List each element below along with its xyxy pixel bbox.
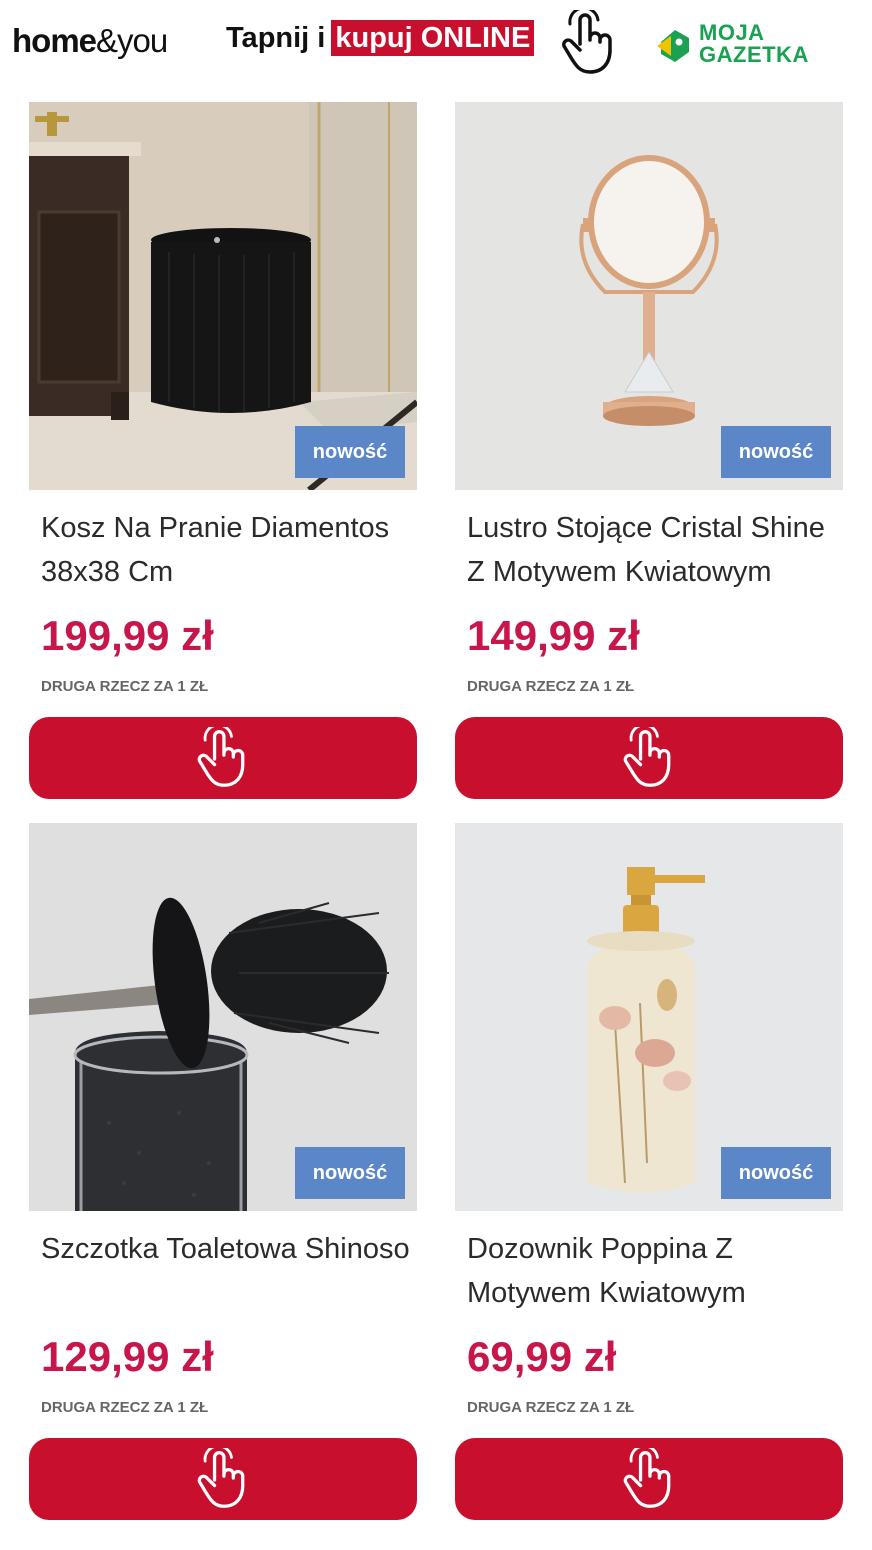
buy-online-button[interactable] [29, 717, 417, 799]
hand-pointer-icon [197, 727, 245, 787]
product-title[interactable]: Dozownik Poppina Z Motywem Kwiatowym [467, 1227, 843, 1315]
tag-icon [657, 30, 689, 62]
hand-pointer-icon[interactable] [560, 10, 618, 76]
product-image[interactable]: nowość [455, 823, 843, 1211]
promo-text: DRUGA RZECZ ZA 1 ZŁ [467, 678, 635, 695]
header: home&you Tapnij i kupuj ONLINE MOJA GAZE… [0, 0, 872, 92]
buy-online-button[interactable] [455, 1438, 843, 1520]
home-and-you-logo[interactable]: home&you [12, 22, 168, 60]
buy-online-button[interactable] [455, 717, 843, 799]
product-price: 199,99 zł [41, 612, 214, 659]
gazetka-line1: MOJA [699, 20, 765, 45]
product-image[interactable]: nowość [29, 102, 417, 490]
product-title[interactable]: Szczotka Toaletowa Shinoso [41, 1227, 417, 1271]
gazetka-line2: GAZETKA [699, 42, 809, 67]
cta-prefix: Tapnij i [226, 21, 326, 54]
hand-pointer-icon [197, 1448, 245, 1508]
product-image[interactable]: nowość [29, 823, 417, 1211]
product-title[interactable]: Kosz Na Pranie Diamentos 38x38 Cm [41, 506, 417, 594]
product-title[interactable]: Lustro Stojące Cristal Shine Z Motywem K… [467, 506, 843, 594]
product-price: 69,99 zł [467, 1333, 617, 1380]
cta-highlight: kupuj ONLINE [331, 20, 535, 56]
new-badge: nowość [295, 1147, 405, 1199]
hand-pointer-icon [623, 727, 671, 787]
shop-online-banner[interactable]: Tapnij i kupuj ONLINE [226, 20, 535, 56]
new-badge: nowość [295, 426, 405, 478]
new-badge: nowość [721, 426, 831, 478]
product-image[interactable]: nowość [455, 102, 843, 490]
product-price: 149,99 zł [467, 612, 640, 659]
promo-text: DRUGA RZECZ ZA 1 ZŁ [41, 678, 209, 695]
moja-gazetka-logo[interactable]: MOJA GAZETKA [655, 22, 835, 72]
new-badge: nowość [721, 1147, 831, 1199]
promo-text: DRUGA RZECZ ZA 1 ZŁ [467, 1399, 635, 1416]
product-price: 129,99 zł [41, 1333, 214, 1380]
buy-online-button[interactable] [29, 1438, 417, 1520]
promo-text: DRUGA RZECZ ZA 1 ZŁ [41, 1399, 209, 1416]
hand-pointer-icon [623, 1448, 671, 1508]
